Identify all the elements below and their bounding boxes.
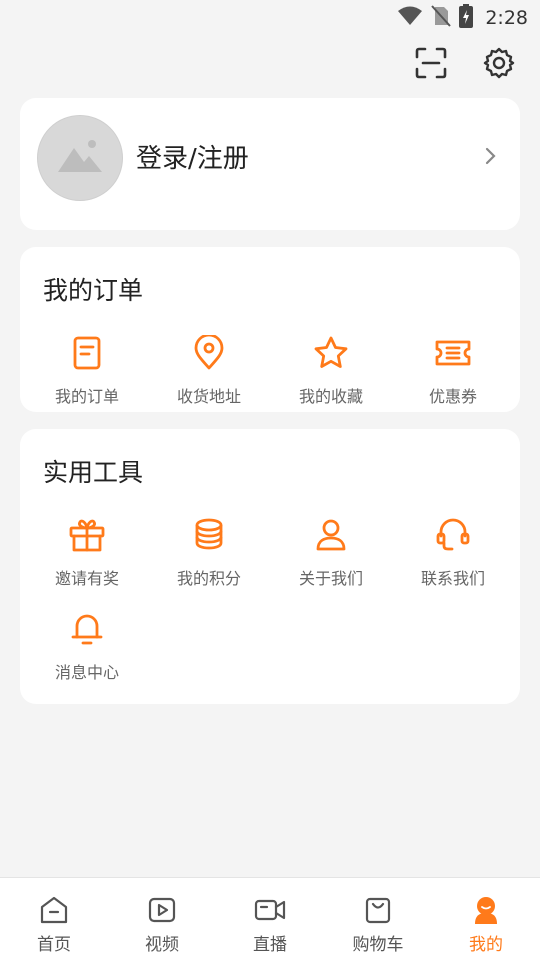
tools-title: 实用工具 [43, 458, 144, 487]
about-us-label: 关于我们 [298, 569, 363, 588]
orders-title: 我的订单 [43, 276, 144, 305]
wifi-icon [397, 5, 423, 31]
camera-icon [254, 894, 286, 926]
invite-rewards-label: 邀请有奖 [54, 569, 119, 588]
coupon-icon [433, 333, 473, 373]
profile-card[interactable]: 登录/注册 [20, 98, 520, 230]
profile-icon [470, 894, 502, 926]
login-register-label[interactable]: 登录/注册 [136, 138, 249, 175]
document-icon [67, 333, 107, 373]
tab-video-label: 视频 [145, 935, 179, 955]
message-center-label: 消息中心 [54, 663, 119, 682]
tab-mine-label: 我的 [469, 935, 503, 955]
favorites-label: 我的收藏 [298, 387, 363, 406]
about-us-button[interactable]: 关于我们 [270, 515, 392, 609]
settings-button[interactable] [480, 46, 518, 84]
battery-icon [459, 4, 474, 32]
chevron-right-icon [478, 144, 502, 168]
tools-card: 实用工具 邀请有奖 我的积分 关于我们 联系我们 消息中心 [20, 429, 520, 704]
top-actions [412, 46, 518, 84]
tab-cart[interactable]: 购物车 [324, 878, 432, 960]
tab-live[interactable]: 直播 [216, 878, 324, 960]
tab-video[interactable]: 视频 [108, 878, 216, 960]
shipping-address-button[interactable]: 收货地址 [148, 333, 270, 427]
tab-cart-label: 购物车 [352, 935, 404, 955]
contact-us-button[interactable]: 联系我们 [392, 515, 514, 609]
video-play-icon [146, 894, 178, 926]
tab-live-label: 直播 [253, 935, 287, 955]
my-points-label: 我的积分 [176, 569, 241, 588]
image-placeholder-icon [56, 136, 104, 180]
my-orders-label: 我的订单 [54, 387, 119, 406]
status-time: 2:28 [485, 7, 528, 29]
shopping-bag-icon [362, 894, 394, 926]
tools-grid: 邀请有奖 我的积分 关于我们 联系我们 消息中心 [26, 515, 514, 703]
status-bar: 2:28 [0, 0, 540, 36]
scan-button[interactable] [412, 46, 450, 84]
coins-icon [189, 515, 229, 555]
tab-home[interactable]: 首页 [0, 878, 108, 960]
gift-icon [67, 515, 107, 555]
shipping-address-label: 收货地址 [176, 387, 241, 406]
bottom-tab-bar: 首页 视频 直播 购物车 我的 [0, 877, 540, 960]
gear-icon [482, 46, 516, 84]
message-center-button[interactable]: 消息中心 [26, 609, 148, 703]
location-pin-icon [189, 333, 229, 373]
bell-icon [67, 609, 107, 649]
my-points-button[interactable]: 我的积分 [148, 515, 270, 609]
orders-card: 我的订单 我的订单 收货地址 我的收藏 优惠券 [20, 247, 520, 412]
invite-rewards-button[interactable]: 邀请有奖 [26, 515, 148, 609]
status-icons: 2:28 [397, 4, 528, 32]
orders-grid: 我的订单 收货地址 我的收藏 优惠券 [26, 333, 514, 427]
scan-icon [414, 46, 448, 84]
no-sim-icon [431, 5, 452, 31]
tab-mine[interactable]: 我的 [432, 878, 540, 960]
contact-us-label: 联系我们 [420, 569, 485, 588]
avatar[interactable] [37, 115, 123, 201]
coupons-label: 优惠券 [428, 387, 477, 406]
headset-icon [433, 515, 473, 555]
user-icon [311, 515, 351, 555]
my-orders-button[interactable]: 我的订单 [26, 333, 148, 427]
coupons-button[interactable]: 优惠券 [392, 333, 514, 427]
favorites-button[interactable]: 我的收藏 [270, 333, 392, 427]
tab-home-label: 首页 [37, 935, 71, 955]
star-icon [311, 333, 351, 373]
home-icon [38, 894, 70, 926]
